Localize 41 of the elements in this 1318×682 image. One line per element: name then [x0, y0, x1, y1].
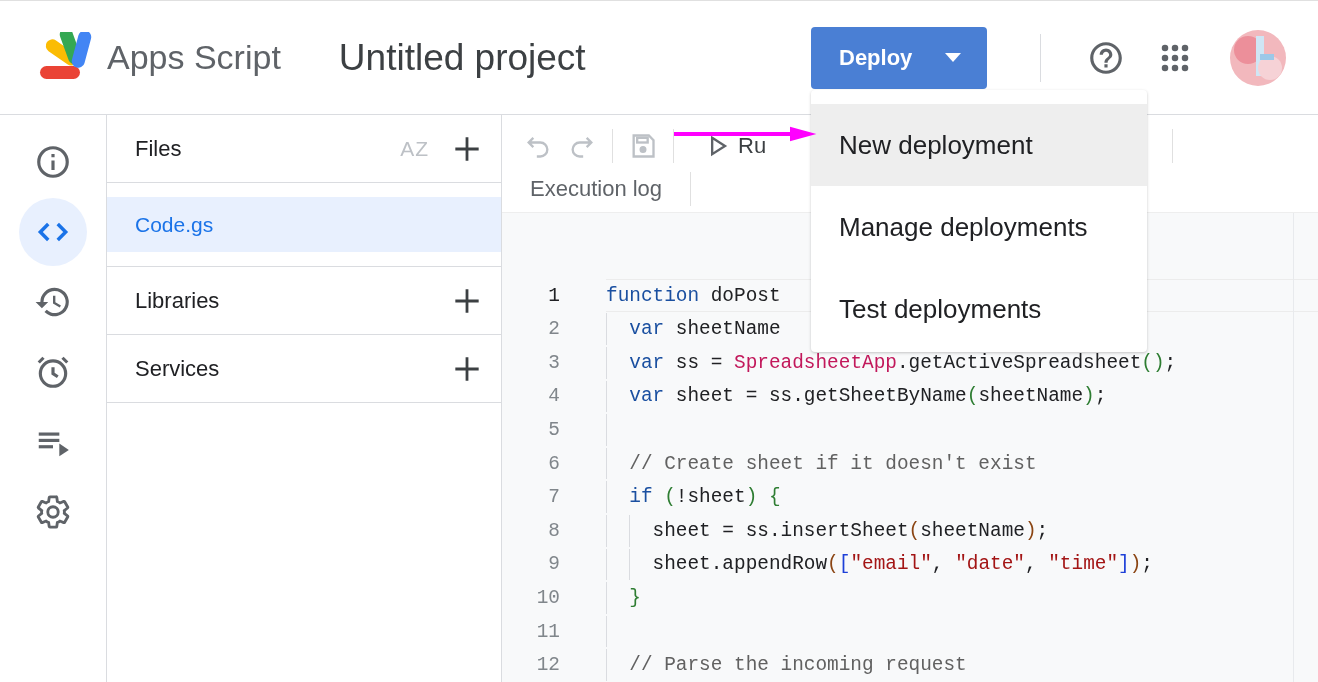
code-line: function doPost	[606, 284, 781, 307]
line-number: 5	[547, 419, 560, 442]
execution-log-tab[interactable]: Execution log	[530, 175, 663, 202]
line-number: 12	[535, 654, 560, 677]
menu-item[interactable]: Test deployments	[811, 268, 1147, 350]
run-button[interactable]: Ru	[704, 132, 767, 161]
line-number: 10	[535, 587, 560, 609]
app-name: Apps Script	[107, 38, 281, 77]
line-number: 6	[547, 452, 560, 475]
code-line: // Create sheet if it doesn't exist	[628, 452, 1037, 475]
settings-icon	[34, 493, 72, 531]
line-number: 11	[535, 620, 560, 643]
code-line: var sheet = ss.getSheetByName(sheetName);	[628, 385, 1107, 408]
files-heading: Files	[135, 135, 183, 162]
apps-grid-icon[interactable]	[1160, 42, 1190, 73]
code-line: var ss = SpreadsheetApp.getActiveSpreadsheet();	[628, 351, 1177, 374]
code-line: }	[628, 587, 641, 609]
add-icon[interactable]	[453, 286, 481, 315]
line-number: 3	[547, 351, 560, 374]
code-line: // Parse the incoming request	[628, 654, 967, 677]
code-line: if (!sheet) {	[628, 486, 781, 509]
code-line: sheet = ss.insertSheet(sheetName);	[651, 519, 1049, 542]
line-number: 1	[547, 284, 560, 307]
line-number: 4	[547, 385, 560, 408]
line-number: 7	[547, 486, 560, 509]
caret-icon	[945, 53, 961, 62]
code-line: sheet.appendRow(["email", "date", "time"]);	[651, 553, 1153, 576]
code-line: var sheetName	[628, 318, 781, 341]
add-icon[interactable]	[453, 354, 481, 383]
project-title[interactable]: Untitled project	[338, 36, 586, 79]
section-heading: Services	[135, 355, 221, 382]
menu-item[interactable]: Manage deployments	[811, 186, 1147, 268]
info-icon	[34, 143, 72, 181]
section-heading: Libraries	[135, 287, 221, 314]
menu-item[interactable]: New deployment	[811, 104, 1147, 186]
line-number: 2	[547, 318, 560, 341]
file-item[interactable]: Code.gs	[107, 197, 501, 252]
add-icon[interactable]	[453, 134, 481, 163]
line-number: 9	[547, 553, 560, 576]
deploy-button[interactable]: Deploy	[811, 26, 987, 89]
line-number: 8	[547, 519, 560, 542]
